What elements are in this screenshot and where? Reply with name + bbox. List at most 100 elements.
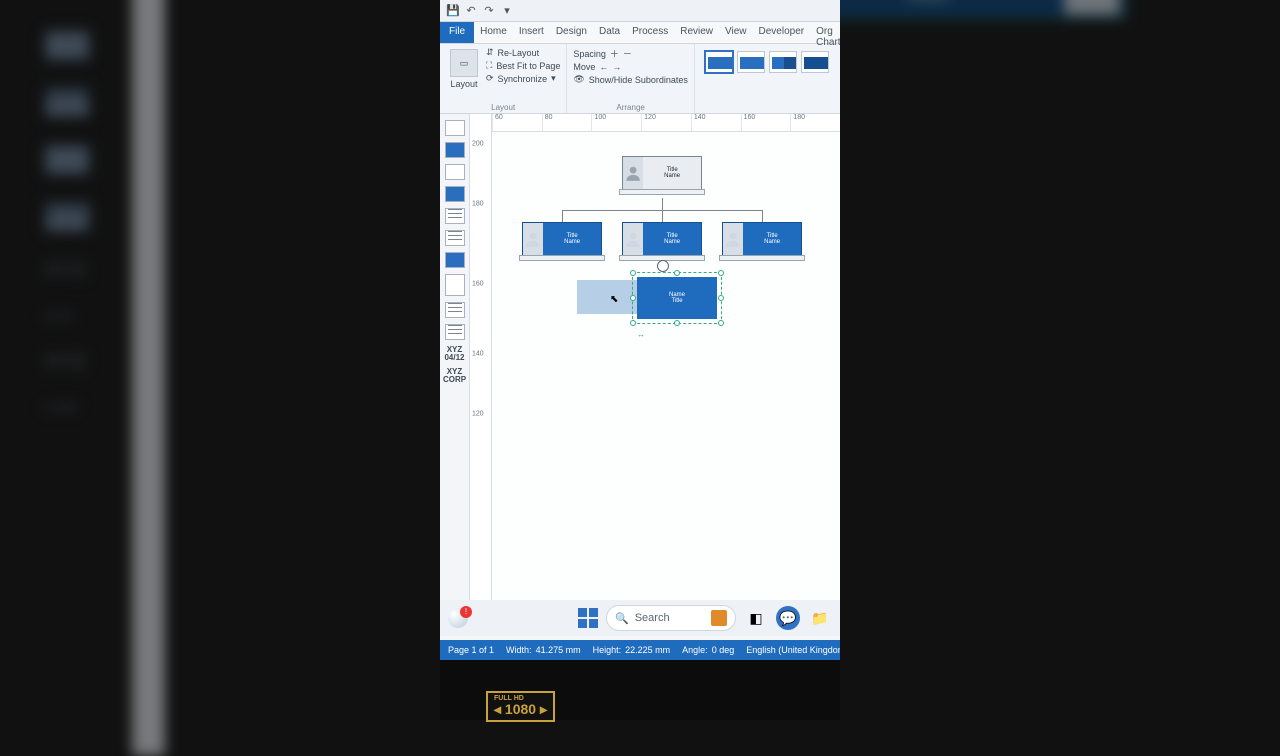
shape-position[interactable] (445, 164, 465, 180)
avatar-icon (723, 223, 743, 255)
taskbar-explorer[interactable]: 📁 (808, 606, 832, 630)
org-node-manager-1[interactable]: TitleName (522, 222, 602, 256)
video-pillarbox-right: TitleName (818, 0, 1280, 756)
shape-xyz-date[interactable]: XYZ04/12 (444, 346, 464, 362)
drawing-canvas[interactable]: TitleName TitleName (492, 132, 840, 616)
status-angle: Angle:0 deg (682, 645, 734, 655)
tab-home[interactable]: Home (474, 22, 513, 43)
ribbon-group-styles (695, 44, 839, 113)
synchronize-button[interactable]: ⟳ Synchronize▾ (486, 73, 560, 84)
shapes-panel: XYZ04/12 XYZCORP (440, 114, 470, 616)
undo-icon[interactable]: ↶ (464, 4, 478, 18)
arrow-right-icon[interactable]: → (612, 62, 621, 72)
shape-manager[interactable] (445, 142, 465, 158)
shape-team[interactable] (445, 230, 465, 246)
org-node-executive[interactable]: TitleName (622, 156, 702, 190)
status-language[interactable]: English (United Kingdom) (746, 645, 840, 655)
tab-data[interactable]: Data (593, 22, 626, 43)
shape-assistant[interactable] (445, 252, 465, 268)
connector (562, 210, 563, 222)
org-node-manager-2[interactable]: TitleName (622, 222, 702, 256)
cursor-icon: ⬉ (610, 294, 618, 305)
org-node-manager-3[interactable]: TitleName (722, 222, 802, 256)
bg-node-card: TitleName (796, 0, 1126, 19)
video-pillarbox-left: 140120 10080 60 XYZ 04/12 XYZ CORP (0, 0, 462, 756)
screen-content: 💾 ↶ ↷ ▾ File Home Insert Design Data Pro… (440, 0, 840, 660)
style-thumb-1[interactable] (705, 51, 733, 73)
monitor-sticker: FULL HD ◂ 1080 ▸ (486, 691, 555, 722)
eye-icon: 👁 (573, 74, 584, 85)
bestfit-button[interactable]: ⛶ Best Fit to Page (486, 60, 560, 71)
shape-tree[interactable] (445, 324, 465, 340)
tab-file[interactable]: File (440, 22, 474, 43)
shape-staff[interactable] (445, 208, 465, 224)
style-thumb-3[interactable] (769, 51, 797, 73)
dimension-readout: ↔ (637, 330, 645, 339)
status-width: Width:41.275 mm (506, 645, 581, 655)
connector-handle-icon[interactable] (657, 260, 669, 272)
tab-design[interactable]: Design (550, 22, 593, 43)
connector (762, 210, 763, 222)
status-bar: Page 1 of 1 Width:41.275 mm Height:22.22… (440, 640, 840, 660)
ribbon-body: ▭ Layout ⇵ Re-Layout ⛶ Best Fit to Page (440, 44, 840, 114)
connector (662, 210, 663, 222)
save-icon[interactable]: 💾 (446, 4, 460, 18)
search-placeholder: Search (635, 612, 670, 624)
shape-executive[interactable] (445, 120, 465, 136)
avatar-icon (623, 157, 643, 189)
connector (662, 198, 663, 210)
bg-ruler: 140120 10080 60 (132, 0, 165, 756)
taskbar-search[interactable]: 🔍 Search (606, 605, 736, 631)
shape-xyz-corp[interactable]: XYZCORP (443, 368, 466, 384)
layout-button[interactable]: ▭ Layout (446, 47, 482, 91)
minus-icon[interactable]: － (623, 47, 632, 60)
status-height: Height:22.225 mm (593, 645, 671, 655)
taskbar-chat[interactable]: 💬 (776, 606, 800, 630)
ribbon-group-arrange: Spacing ＋ － Move ← → 👁 Show/Hide Subordi… (567, 44, 695, 113)
selection-outline[interactable] (632, 272, 722, 324)
plus-icon[interactable]: ＋ (610, 47, 619, 60)
group-label-layout: Layout (446, 103, 560, 112)
shape-position-blue[interactable] (445, 186, 465, 202)
taskbar-taskview[interactable]: ◧ (744, 606, 768, 630)
relayout-button[interactable]: ⇵ Re-Layout (486, 47, 560, 58)
status-page: Page 1 of 1 (448, 645, 494, 655)
search-highlight-icon (711, 610, 727, 626)
taskbar-weather[interactable]: ! (448, 608, 468, 628)
tab-process[interactable]: Process (626, 22, 674, 43)
ribbon-group-layout: ▭ Layout ⇵ Re-Layout ⛶ Best Fit to Page (440, 44, 567, 113)
bg-shape-panel: XYZ 04/12 XYZ CORP (44, 30, 90, 415)
notification-badge: ! (460, 606, 472, 618)
tab-review[interactable]: Review (674, 22, 719, 43)
shape-three[interactable] (445, 302, 465, 318)
ribbon-tabs: File Home Insert Design Data Process Rev… (440, 22, 840, 44)
avatar-icon (523, 223, 543, 255)
vertical-ruler: 200 180 160 140 120 (470, 114, 492, 616)
sync-icon: ⟳ (486, 73, 494, 84)
layout-icon: ▭ (460, 58, 469, 69)
redo-icon[interactable]: ↷ (482, 4, 496, 18)
workspace: XYZ04/12 XYZCORP 200 180 160 140 120 608… (440, 114, 840, 616)
arrow-left-icon[interactable]: ← (599, 62, 608, 72)
style-thumb-2[interactable] (737, 51, 765, 73)
showhide-subordinates-button[interactable]: 👁 Show/Hide Subordinates (573, 74, 688, 85)
tab-view[interactable]: View (719, 22, 753, 43)
tab-developer[interactable]: Developer (753, 22, 811, 43)
qat-customize-icon[interactable]: ▾ (500, 4, 514, 18)
avatar-icon (623, 223, 643, 255)
windows-taskbar: ! 🔍 Search ◧ 💬 📁 (440, 600, 840, 636)
start-button[interactable] (578, 608, 598, 628)
relayout-icon: ⇵ (486, 47, 494, 58)
shape-multi[interactable] (445, 274, 465, 296)
spacing-control[interactable]: Spacing ＋ － (573, 47, 688, 60)
bestfit-icon: ⛶ (486, 60, 492, 71)
style-thumb-4[interactable] (801, 51, 829, 73)
move-control[interactable]: Move ← → (573, 62, 688, 72)
monitor-bezel: FULL HD ◂ 1080 ▸ (440, 660, 840, 720)
tab-orgchart[interactable]: Org Chart (810, 22, 840, 43)
horizontal-ruler: 6080 100120 140160 180 (492, 114, 840, 132)
search-icon: 🔍 (615, 612, 629, 625)
quick-access-toolbar: 💾 ↶ ↷ ▾ (440, 0, 840, 22)
phone-frame: 💾 ↶ ↷ ▾ File Home Insert Design Data Pro… (440, 0, 840, 720)
tab-insert[interactable]: Insert (513, 22, 550, 43)
